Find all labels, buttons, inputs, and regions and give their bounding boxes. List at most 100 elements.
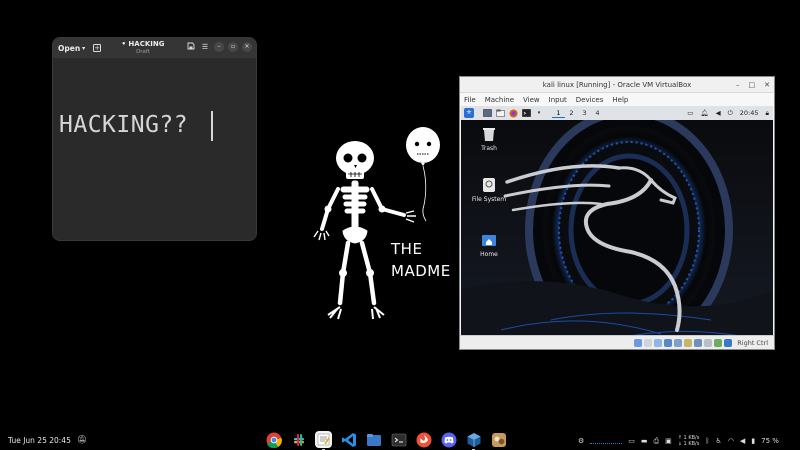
- battery-percent[interactable]: 75 %: [761, 437, 779, 445]
- menu-input[interactable]: Input: [549, 96, 567, 104]
- document-status: Draft: [136, 49, 150, 55]
- menu-help[interactable]: Help: [612, 96, 628, 104]
- game-icon[interactable]: [490, 431, 507, 448]
- text-cursor: [211, 111, 213, 141]
- network-activity-graph: [590, 442, 623, 444]
- vscode-icon[interactable]: [340, 431, 357, 448]
- save-icon[interactable]: [186, 42, 196, 52]
- close-button[interactable]: ✕: [242, 42, 252, 52]
- mouse-integration-icon[interactable]: [714, 338, 723, 347]
- swift-icon[interactable]: [415, 431, 432, 448]
- editor-headerbar: Open ▾ + • HACKING Draft ☰ – ▫ ✕: [53, 38, 256, 58]
- drive-icon: [481, 177, 497, 193]
- network-status-icon[interactable]: [664, 338, 673, 347]
- virtualbox-titlebar[interactable]: kali linux [Running] - Oracle VM Virtual…: [460, 77, 774, 93]
- audio-status-icon[interactable]: [654, 338, 663, 347]
- optical-status-icon[interactable]: [644, 338, 653, 347]
- menu-machine[interactable]: Machine: [485, 96, 514, 104]
- power-icon[interactable]: ⏻: [728, 109, 733, 118]
- taskbar: Tue Jun 25 20:45 🔕︎ ⚙︎ ▭ ▬ ⎙ ▣ ↑ 1 KB/s …: [0, 430, 800, 450]
- volume-icon[interactable]: ◀︎: [716, 109, 721, 117]
- steam-icon[interactable]: ⚙︎: [578, 437, 584, 445]
- vm-screen[interactable]: ⛤ ▾ 1 2 3 4 ▭ 🔔︎ ◀︎ ⏻ 20:45 🔒︎ Trash Fil…: [461, 106, 773, 411]
- minimize-button[interactable]: –: [736, 77, 740, 93]
- desktop-icon-trash[interactable]: Trash: [461, 126, 517, 152]
- wallpaper-text-the: THE: [391, 240, 423, 258]
- hdd-status-icon[interactable]: [634, 338, 643, 347]
- hamburger-menu-icon[interactable]: ☰: [200, 42, 210, 52]
- shared-folder-status-icon[interactable]: [684, 338, 693, 347]
- editor-content: HACKING??: [59, 112, 189, 138]
- disk-icon[interactable]: ▬: [641, 437, 648, 445]
- file-manager-icon[interactable]: [495, 108, 505, 118]
- kali-desktop-background[interactable]: Trash File System Home: [461, 120, 773, 347]
- show-desktop-icon[interactable]: [482, 108, 492, 118]
- desktop-icon-home[interactable]: Home: [461, 232, 517, 258]
- dropdown-arrow-icon[interactable]: ▾: [534, 108, 544, 118]
- desktop-icon-label: File System: [471, 196, 507, 203]
- workspace-4[interactable]: 4: [591, 109, 604, 118]
- display-icon[interactable]: ▭: [687, 109, 693, 117]
- notification-bell-icon[interactable]: 🔔︎: [700, 109, 708, 117]
- firefox-icon[interactable]: [508, 108, 518, 118]
- discord-icon[interactable]: [440, 431, 457, 448]
- skull-icon: [336, 141, 374, 179]
- kali-clock[interactable]: 20:45: [740, 109, 759, 117]
- workspace-2[interactable]: 2: [565, 109, 578, 118]
- virtualbox-window[interactable]: kali linux [Running] - Oracle VM Virtual…: [460, 77, 774, 349]
- bluetooth-icon[interactable]: ᛒ: [705, 437, 709, 445]
- battery-tray-icon[interactable]: ▭: [628, 437, 635, 445]
- host-key-label: Right Ctrl: [737, 338, 768, 347]
- wifi-icon[interactable]: ◠: [728, 437, 734, 445]
- virtualbox-menubar: File Machine View Input Devices Help: [460, 93, 774, 106]
- text-editor-window[interactable]: Open ▾ + • HACKING Draft ☰ – ▫ ✕ HACKING…: [53, 38, 256, 240]
- desktop-icon-label: Trash: [481, 145, 497, 152]
- notification-bell-icon[interactable]: 🔕︎: [77, 435, 87, 444]
- workspace-3[interactable]: 3: [578, 109, 591, 118]
- terminal-icon[interactable]: [390, 431, 407, 448]
- editor-text-area[interactable]: HACKING??: [53, 58, 256, 240]
- desktop-icon-file-system[interactable]: File System: [461, 177, 517, 203]
- network-download-speed: ↓ 1 KB/s: [677, 441, 700, 447]
- menu-view[interactable]: View: [523, 96, 540, 104]
- menu-file[interactable]: File: [464, 96, 476, 104]
- wallpaper-text-madme: MADME: [391, 262, 451, 280]
- network-speed: ↑ 1 KB/s ↓ 1 KB/s: [678, 435, 700, 447]
- workspace-1[interactable]: 1: [552, 109, 565, 118]
- editor-title-box: • HACKING Draft: [113, 39, 173, 56]
- desktop-icon-label: Home: [480, 251, 498, 258]
- printer-icon[interactable]: ⎙: [654, 437, 660, 446]
- kali-top-panel: ⛤ ▾ 1 2 3 4 ▭ 🔔︎ ◀︎ ⏻ 20:45 🔒︎: [461, 106, 773, 120]
- maximize-button[interactable]: □: [749, 77, 756, 93]
- document-title: • HACKING: [121, 40, 165, 48]
- taskbar-clock[interactable]: Tue Jun 25 20:45: [8, 436, 71, 445]
- terminal-icon[interactable]: [521, 108, 531, 118]
- virtualbox-icon[interactable]: [465, 431, 482, 450]
- minimize-button[interactable]: –: [214, 42, 224, 52]
- open-button-label: Open: [58, 43, 81, 53]
- balloon-skull-icon: [406, 127, 440, 222]
- new-tab-button[interactable]: +: [93, 44, 102, 52]
- keyboard-status-icon[interactable]: [724, 338, 733, 347]
- display-status-icon[interactable]: [694, 338, 703, 347]
- desktop: Open ▾ + • HACKING Draft ☰ – ▫ ✕ HACKING…: [0, 0, 800, 450]
- text-editor-icon[interactable]: [315, 431, 332, 450]
- open-button[interactable]: Open ▾: [58, 44, 85, 53]
- usb-status-icon[interactable]: [674, 338, 683, 347]
- skeleton-wallpaper-art: [313, 127, 440, 320]
- maximize-button[interactable]: ▫: [228, 42, 238, 52]
- virtualbox-title: kali linux [Running] - Oracle VM Virtual…: [542, 81, 692, 89]
- menu-devices[interactable]: Devices: [576, 96, 604, 104]
- files-icon[interactable]: [365, 431, 382, 448]
- kali-menu-icon[interactable]: ⛤: [464, 108, 474, 118]
- battery-icon[interactable]: ▮: [751, 437, 755, 445]
- lock-icon[interactable]: 🔒︎: [766, 109, 769, 118]
- system-monitor-icon[interactable]: ▣: [665, 437, 672, 445]
- volume-icon[interactable]: ◀︎: [740, 437, 745, 445]
- recording-status-icon[interactable]: [704, 338, 713, 347]
- chrome-icon[interactable]: [265, 431, 282, 448]
- accessibility-icon[interactable]: ♿︎: [716, 437, 722, 445]
- trash-icon: [481, 126, 497, 142]
- slack-icon[interactable]: [290, 431, 307, 448]
- close-button[interactable]: ✕: [764, 77, 770, 93]
